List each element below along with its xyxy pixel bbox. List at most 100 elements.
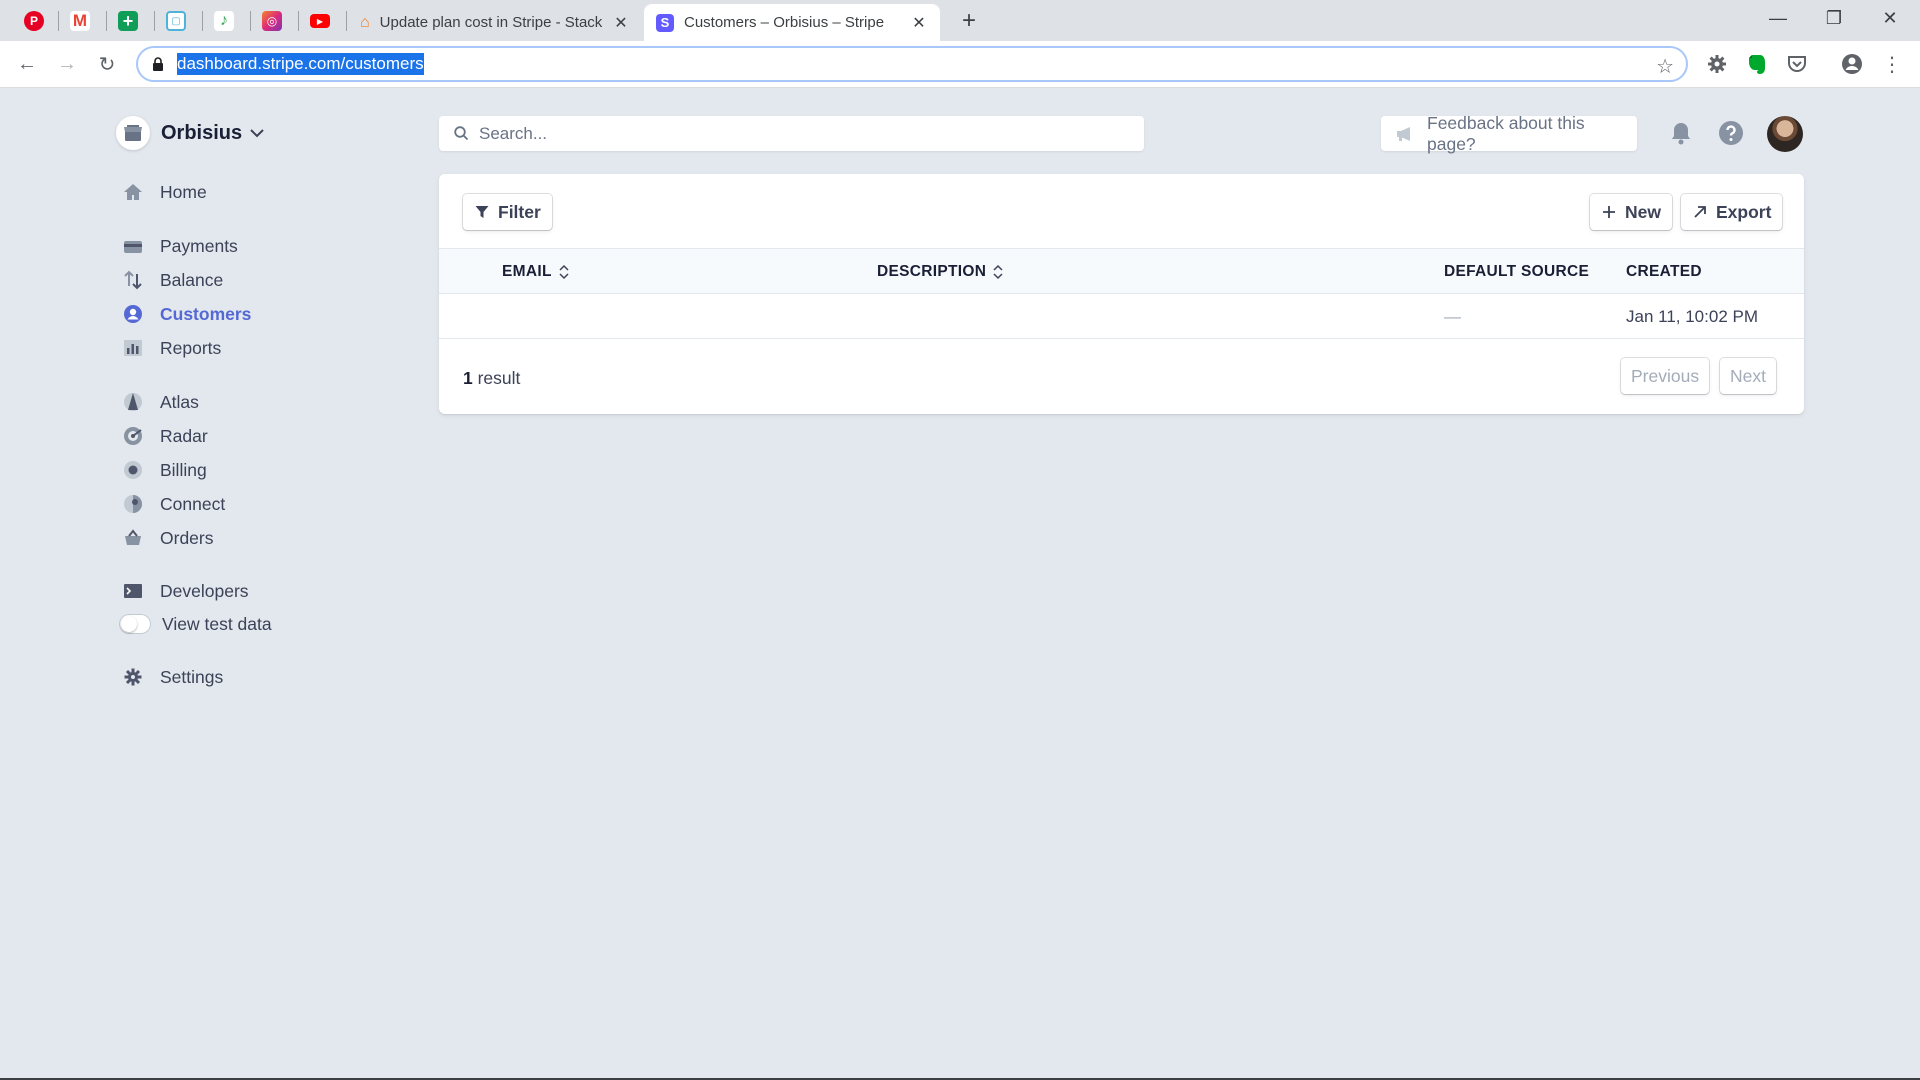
next-label: Next <box>1730 365 1766 386</box>
instagram-icon: ◎ <box>262 11 282 31</box>
lock-icon <box>151 57 165 71</box>
nav-label: Balance <box>160 269 224 290</box>
back-button[interactable]: ← <box>12 49 42 79</box>
table-row[interactable]: — Jan 11, 10:02 PM <box>439 294 1804 339</box>
app-icon: ▢ <box>166 11 186 31</box>
nav-label: Home <box>160 181 207 202</box>
radar-icon <box>122 425 144 447</box>
arrow-left-icon: ← <box>17 52 37 75</box>
nav-orders[interactable]: Orders <box>122 526 213 550</box>
export-button[interactable]: Export <box>1681 194 1783 230</box>
sort-icon <box>993 264 1003 280</box>
nav-atlas[interactable]: Atlas <box>122 390 199 414</box>
sheets-icon: + <box>118 11 138 31</box>
nav-label: Payments <box>160 235 238 256</box>
close-icon[interactable]: ✕ <box>612 14 630 32</box>
address-bar[interactable]: dashboard.stripe.com/customers ☆ <box>136 46 1688 82</box>
nav-developers[interactable]: Developers <box>122 579 249 603</box>
tab-title: Update plan cost in Stripe - Stack <box>379 14 603 31</box>
minimize-icon: — <box>1769 7 1787 28</box>
column-label: DESCRIPTION <box>877 263 987 280</box>
table-header: EMAIL DESCRIPTION DEFAULT SOURCE CREATED <box>439 248 1804 294</box>
profile-icon[interactable] <box>1840 52 1864 76</box>
browser-tab-strip: P M + ▢ ♪ ◎ ▶ ⌂ Update plan cost in Stri… <box>0 0 1920 41</box>
nav-balance[interactable]: Balance <box>122 268 223 292</box>
filter-label: Filter <box>498 201 541 222</box>
avatar[interactable] <box>1767 116 1803 152</box>
extension-gear-icon[interactable] <box>1705 52 1729 76</box>
sort-icon <box>559 264 569 280</box>
music-icon: ♪ <box>214 11 234 31</box>
restore-button[interactable]: ❐ <box>1806 0 1862 36</box>
bookmark-star-icon[interactable]: ☆ <box>1656 54 1674 79</box>
account-switcher[interactable]: Orbisius <box>116 116 264 150</box>
pinterest-tab[interactable]: P <box>21 8 47 34</box>
plus-icon <box>1601 204 1617 220</box>
store-icon <box>116 116 150 150</box>
feedback-button[interactable]: Feedback about this page? <box>1381 113 1637 154</box>
previous-page-button[interactable]: Previous <box>1621 358 1710 394</box>
new-customer-button[interactable]: New <box>1590 194 1672 230</box>
nav-connect[interactable]: Connect <box>122 492 225 516</box>
reload-icon: ↻ <box>98 53 116 76</box>
payments-icon <box>122 235 144 257</box>
result-number: 1 <box>463 368 473 388</box>
restore-icon: ❐ <box>1825 7 1843 28</box>
evernote-icon[interactable] <box>1745 52 1769 76</box>
filter-funnel-icon <box>474 204 490 220</box>
youtube-tab[interactable]: ▶ <box>307 8 333 34</box>
cell-created: Jan 11, 10:02 PM <box>1626 307 1758 326</box>
notifications-bell-icon[interactable] <box>1667 119 1695 147</box>
tab-stripe-customers[interactable]: S Customers – Orbisius – Stripe ✕ <box>644 4 940 41</box>
next-page-button[interactable]: Next <box>1720 358 1776 394</box>
connect-globe-icon <box>122 493 144 515</box>
column-header-description[interactable]: DESCRIPTION <box>877 263 1003 281</box>
nav-label: Billing <box>160 459 207 480</box>
new-label: New <box>1625 201 1661 222</box>
nav-label: Connect <box>160 493 226 514</box>
nav-label: Settings <box>160 666 224 687</box>
forward-button[interactable]: → <box>52 49 82 79</box>
nav-billing[interactable]: Billing <box>122 458 207 482</box>
nav-radar[interactable]: Radar <box>122 424 208 448</box>
nav-home[interactable]: Home <box>122 180 207 204</box>
nav-reports[interactable]: Reports <box>122 336 221 360</box>
search-input[interactable] <box>479 123 1119 144</box>
browser-menu-icon[interactable]: ⋮ <box>1880 52 1904 76</box>
pocket-icon[interactable] <box>1785 52 1809 76</box>
megaphone-icon <box>1395 126 1415 142</box>
app-tab-2[interactable]: ♪ <box>211 8 237 34</box>
toggle-switch[interactable] <box>119 614 151 634</box>
close-icon[interactable]: ✕ <box>910 14 928 32</box>
tab-stackoverflow[interactable]: ⌂ Update plan cost in Stripe - Stack ✕ <box>348 4 642 41</box>
nav-settings[interactable]: Settings <box>122 665 223 689</box>
url-text[interactable]: dashboard.stripe.com/customers <box>177 53 424 75</box>
help-icon[interactable] <box>1717 119 1745 147</box>
filter-button[interactable]: Filter <box>463 194 552 230</box>
gmail-tab[interactable]: M <box>67 8 93 34</box>
sheets-tab[interactable]: + <box>115 8 141 34</box>
nav-label: Atlas <box>160 391 199 412</box>
nav-label: Customers <box>160 303 252 324</box>
column-header-email[interactable]: EMAIL <box>502 263 569 281</box>
view-test-data-toggle[interactable]: View test data <box>119 612 272 636</box>
browser-toolbar: ← → ↻ dashboard.stripe.com/customers ☆ ⋮ <box>0 41 1920 88</box>
pinterest-icon: P <box>24 11 44 31</box>
nav-payments[interactable]: Payments <box>122 234 238 258</box>
app-tab-3[interactable]: ◎ <box>259 8 285 34</box>
export-arrow-icon <box>1692 204 1708 220</box>
column-label: CREATED <box>1626 263 1702 280</box>
search-bar[interactable] <box>439 116 1144 151</box>
close-window-button[interactable]: ✕ <box>1862 0 1918 36</box>
balance-transfer-icon <box>122 269 144 291</box>
nav-label: Reports <box>160 337 222 358</box>
reload-button[interactable]: ↻ <box>92 49 122 79</box>
nav-customers[interactable]: Customers <box>122 302 251 326</box>
app-tab-1[interactable]: ▢ <box>163 8 189 34</box>
arrow-right-icon: → <box>57 52 77 75</box>
result-count: 1 result <box>463 368 520 389</box>
nav-label: Radar <box>160 425 208 446</box>
column-header-default-source: DEFAULT SOURCE <box>1444 263 1589 281</box>
minimize-button[interactable]: — <box>1750 0 1806 36</box>
new-tab-button[interactable]: + <box>956 7 982 34</box>
